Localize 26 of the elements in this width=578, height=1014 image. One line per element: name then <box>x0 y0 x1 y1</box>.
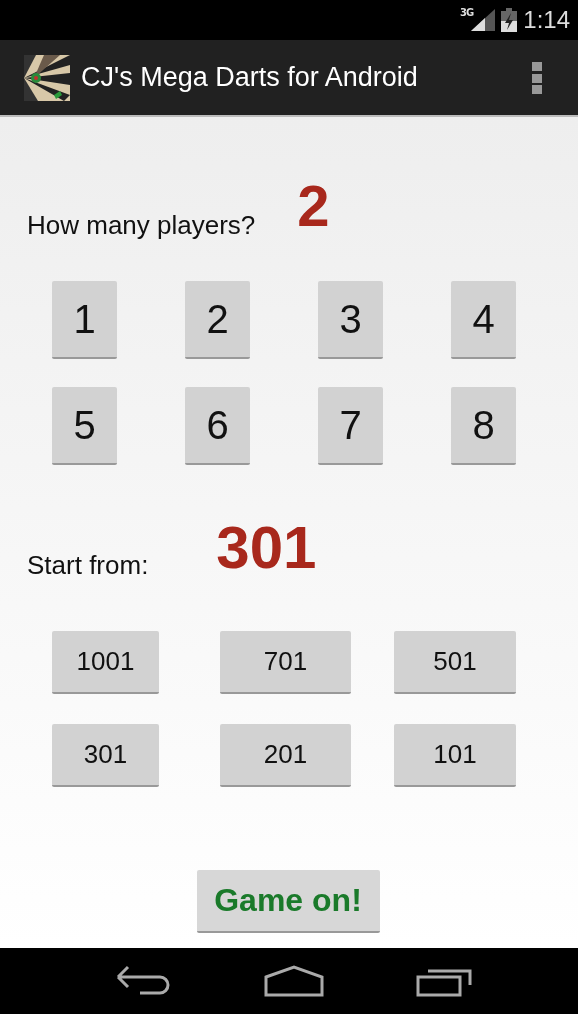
network-label: 3G <box>460 7 474 18</box>
players-label: How many players? <box>27 209 256 241</box>
start-score: 301 <box>216 512 317 582</box>
player-count-button[interactable]: 8 <box>451 387 516 465</box>
player-count-button[interactable]: 5 <box>52 387 117 465</box>
start-score-button[interactable]: 101 <box>394 724 516 787</box>
player-count-button[interactable]: 4 <box>451 281 516 359</box>
player-count-button[interactable]: 3 <box>318 281 383 359</box>
player-count-button[interactable]: 1 <box>52 281 117 359</box>
start-score-button[interactable]: 501 <box>394 631 516 694</box>
start-score-button[interactable]: 201 <box>220 724 351 787</box>
start-score-button[interactable]: 301 <box>52 724 159 787</box>
home-icon[interactable] <box>264 965 324 997</box>
game-on-button[interactable]: Game on! <box>196 870 380 933</box>
player-count-button[interactable]: 6 <box>185 387 250 465</box>
player-count-button[interactable]: 7 <box>318 387 383 465</box>
player-count: 2 <box>297 171 330 239</box>
start-score-button[interactable]: 701 <box>220 631 351 694</box>
app-title: CJ's Mega Darts for Android <box>81 62 419 93</box>
back-icon[interactable] <box>116 965 172 997</box>
battery-icon <box>501 8 518 32</box>
overflow-menu-icon[interactable] <box>532 61 542 94</box>
start-score-label: Start from: <box>27 549 149 581</box>
player-count-button[interactable]: 2 <box>185 281 250 359</box>
clock-time: 1:14 <box>523 6 570 34</box>
start-score-button[interactable]: 1001 <box>52 631 159 694</box>
